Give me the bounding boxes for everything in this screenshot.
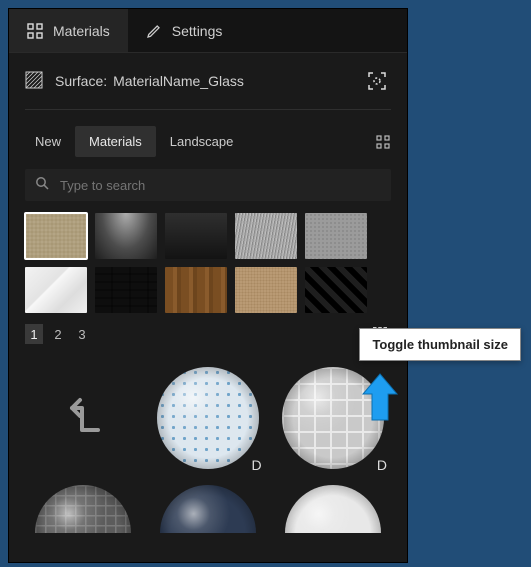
annotation-arrow (361, 372, 399, 427)
tab-materials[interactable]: Materials (9, 9, 128, 52)
sphere-white (285, 485, 381, 533)
texture-thumbnails (9, 211, 407, 319)
thumbnail-metal[interactable] (95, 213, 157, 259)
thumbnail-brushed[interactable] (235, 213, 297, 259)
subtab-materials-label: Materials (89, 134, 142, 149)
scan-button[interactable] (363, 67, 391, 95)
hatch-icon (25, 71, 43, 92)
badge-d: D (252, 457, 262, 473)
sub-tabs: New Materials Landscape (9, 118, 407, 165)
material-sphere-white[interactable] (274, 485, 393, 533)
page-3-label: 3 (78, 327, 85, 342)
pagination-row: 1 2 3 (9, 319, 407, 351)
sphere-dotted (157, 367, 259, 469)
tab-settings[interactable]: Settings (128, 9, 241, 52)
search-box[interactable] (25, 169, 391, 201)
tooltip-toggle-thumbnail: Toggle thumbnail size (359, 328, 521, 361)
up-level-button[interactable] (23, 359, 142, 477)
badge-d: D (377, 457, 387, 473)
top-tabs: Materials Settings (9, 9, 407, 53)
materials-panel: Materials Settings Surface: MaterialName… (8, 8, 408, 563)
thumbnail-fabric[interactable] (25, 213, 87, 259)
search-input[interactable] (60, 178, 381, 193)
up-level-icon (60, 394, 106, 443)
subtab-new[interactable]: New (21, 126, 75, 157)
material-spheres-row2 (9, 477, 407, 533)
sphere-dark-grid (35, 485, 131, 533)
tooltip-text: Toggle thumbnail size (372, 337, 508, 352)
page-2-label: 2 (54, 327, 61, 342)
pencil-icon (146, 23, 162, 39)
divider (25, 109, 391, 110)
page-2[interactable]: 2 (49, 324, 67, 344)
thumbnail-concrete[interactable] (305, 213, 367, 259)
subtab-materials[interactable]: Materials (75, 126, 156, 157)
thumbnail-tiles[interactable] (95, 267, 157, 313)
grid-icon (376, 135, 390, 149)
view-mode-button[interactable] (371, 130, 395, 154)
thumbnail-marble[interactable] (25, 267, 87, 313)
search-icon (35, 176, 50, 194)
material-sphere-dotted[interactable]: D (148, 359, 267, 477)
thumbnail-carbon[interactable] (305, 267, 367, 313)
tab-materials-label: Materials (53, 23, 110, 39)
page-3[interactable]: 3 (73, 324, 91, 344)
surface-name: MaterialName_Glass (113, 73, 244, 89)
subtab-new-label: New (35, 134, 61, 149)
surface-prefix: Surface: (55, 73, 107, 89)
subtab-landscape-label: Landscape (170, 134, 234, 149)
material-sphere-dark-grid[interactable] (23, 485, 142, 533)
tab-settings-label: Settings (172, 23, 223, 39)
thumbnail-dark[interactable] (165, 213, 227, 259)
sphere-navy (160, 485, 256, 533)
material-sphere-navy[interactable] (148, 485, 267, 533)
grid-icon (27, 23, 43, 39)
thumbnail-sand[interactable] (235, 267, 297, 313)
page-1-label: 1 (30, 327, 37, 342)
surface-row: Surface: MaterialName_Glass (9, 53, 407, 105)
material-spheres: D D (9, 351, 407, 477)
subtab-landscape[interactable]: Landscape (156, 126, 248, 157)
scan-icon (367, 71, 387, 91)
page-1[interactable]: 1 (25, 324, 43, 344)
thumbnail-wood[interactable] (165, 267, 227, 313)
